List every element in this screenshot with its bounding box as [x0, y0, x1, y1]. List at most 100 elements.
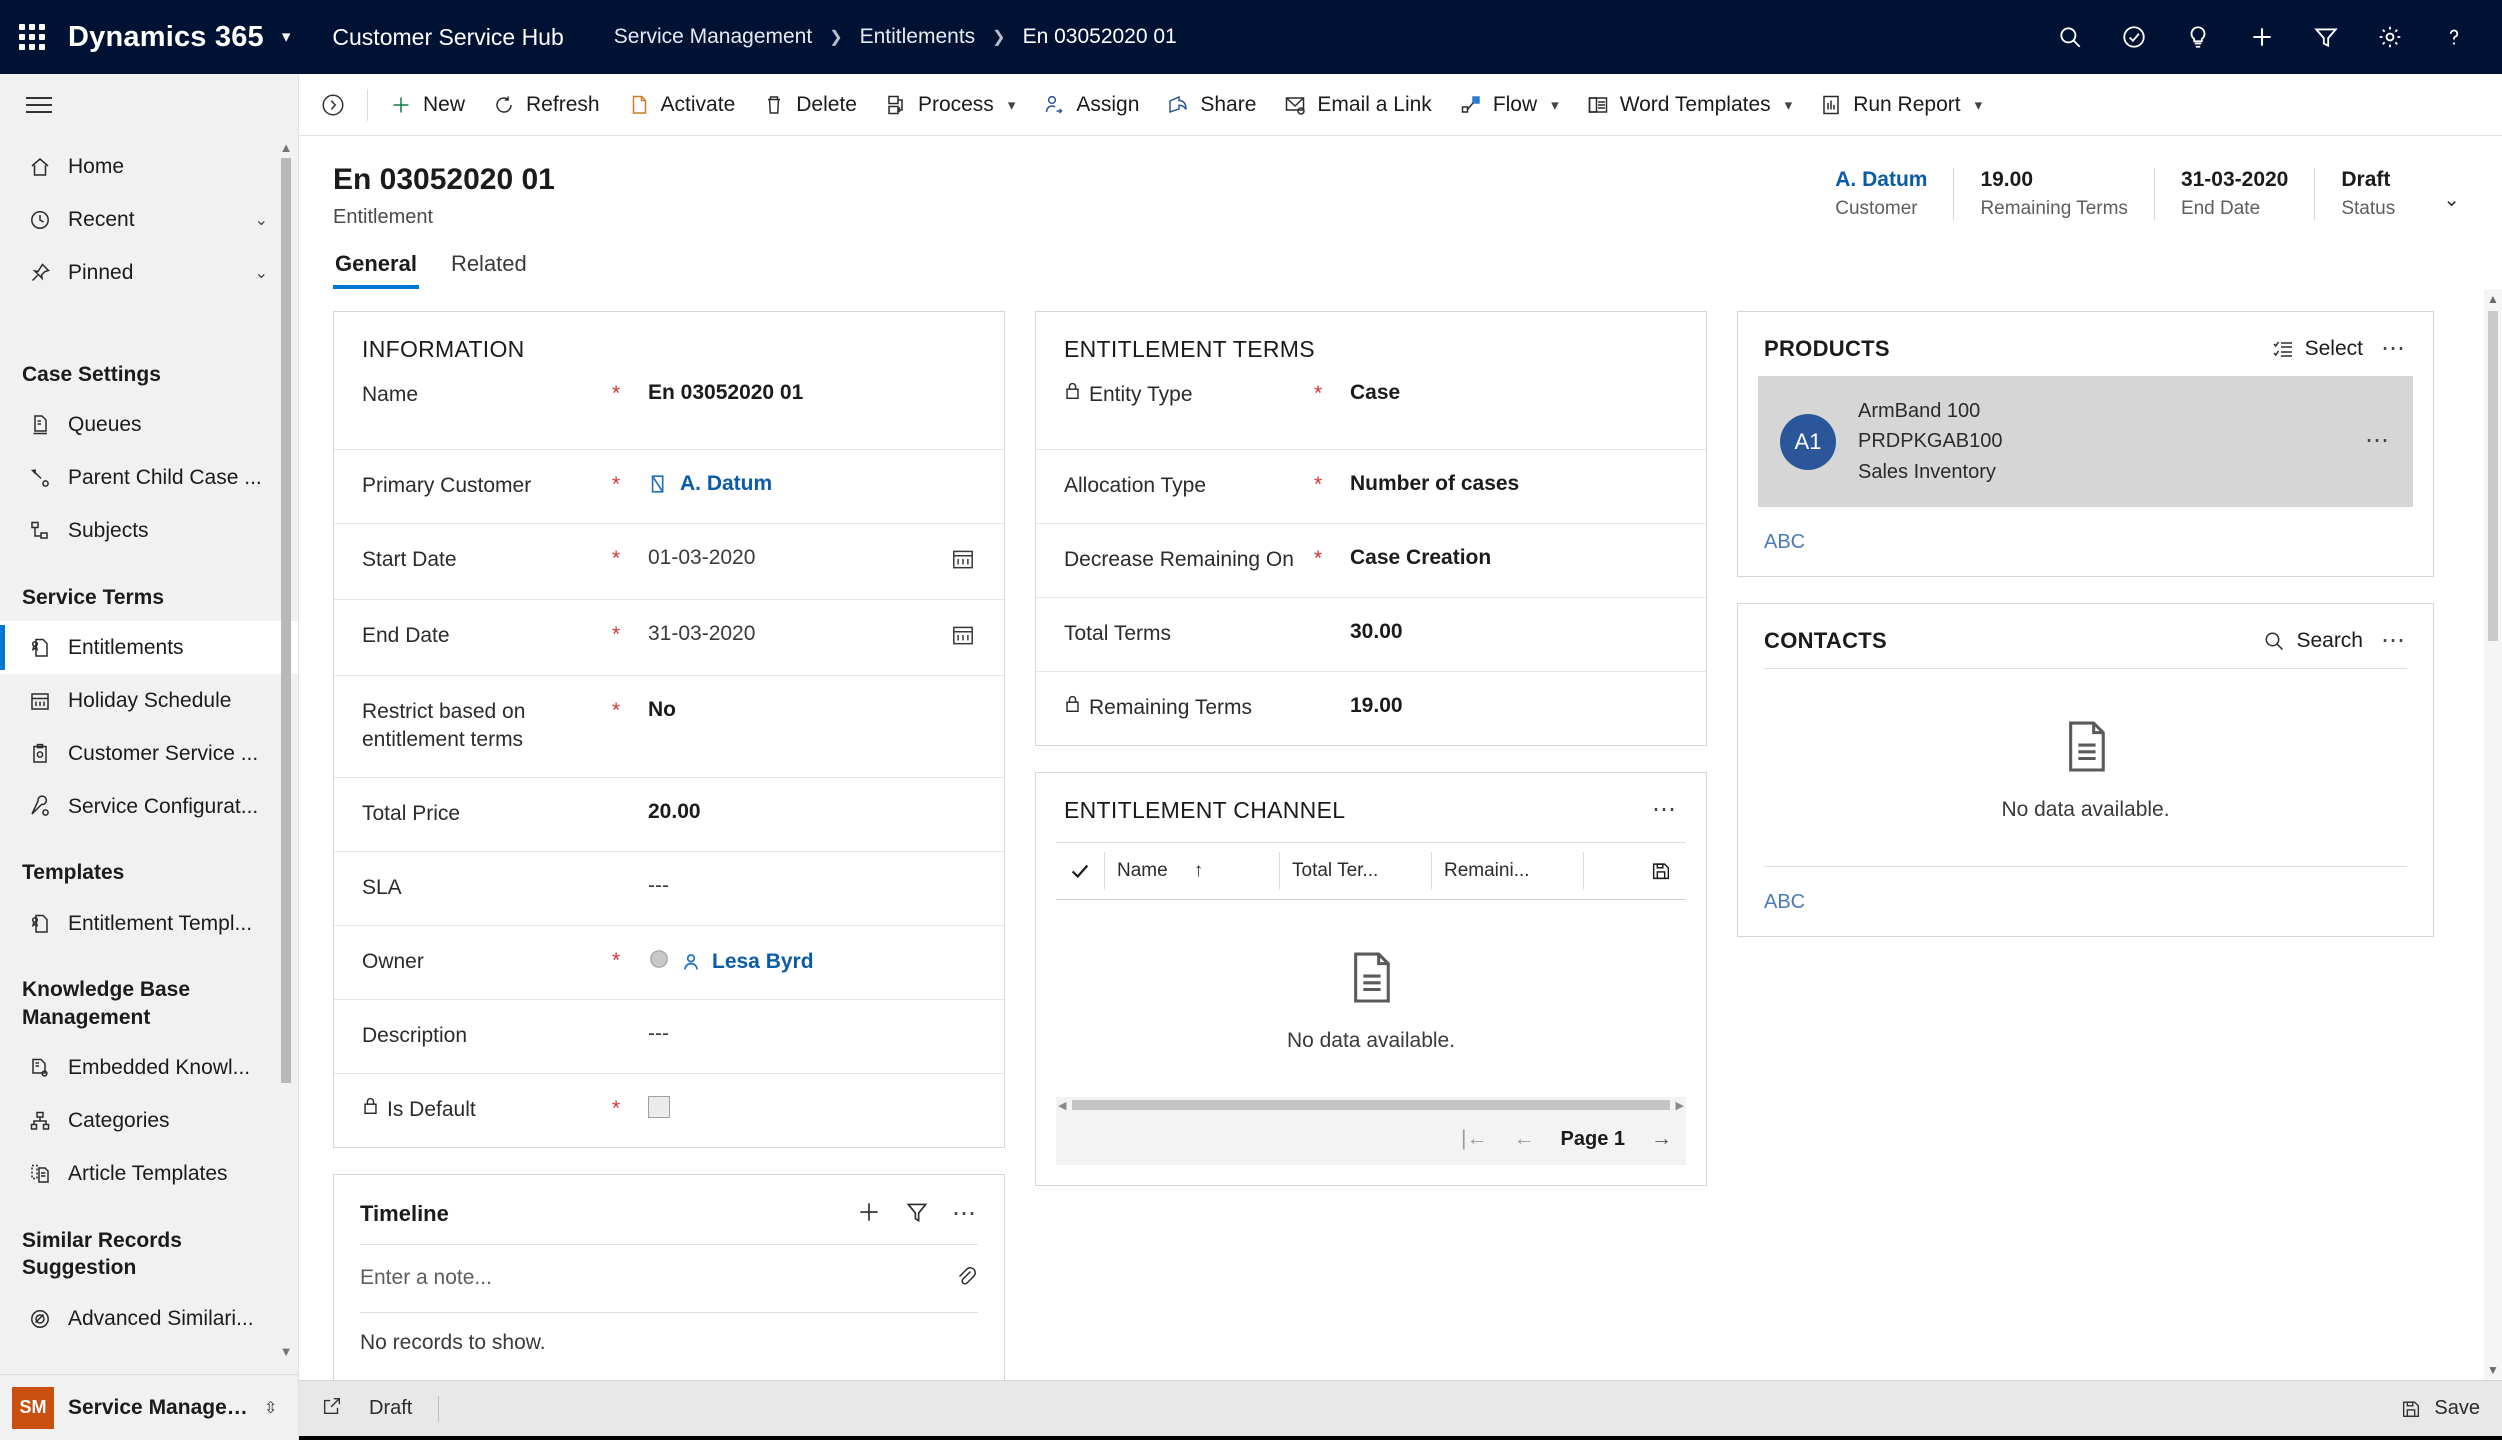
check-circle-icon[interactable] [2106, 9, 2162, 65]
sidebar-item-customer-service-schedule[interactable]: Customer Service ... [0, 727, 298, 780]
field-value-is-default[interactable] [648, 1095, 976, 1118]
contacts-footer-link[interactable]: ABC [1738, 867, 2433, 914]
app-launcher-icon[interactable] [0, 24, 64, 50]
field-value-allocation-type[interactable]: Number of cases [1350, 472, 1678, 496]
row-more-icon[interactable]: ⋯ [2365, 429, 2391, 454]
sidebar-item-parent-child-case[interactable]: Parent Child Case ... [0, 452, 298, 505]
flow-button[interactable]: Flow ▾ [1444, 80, 1571, 130]
gear-icon[interactable] [2362, 9, 2418, 65]
sidebar-item-article-templates[interactable]: Article Templates [0, 1148, 298, 1201]
breadcrumb-item-entity[interactable]: Entitlements [860, 25, 976, 49]
list-item[interactable]: A1 ArmBand 100 PRDPKGAB100 Sales Invento… [1758, 376, 2413, 508]
new-button[interactable]: New [374, 80, 477, 130]
save-grid-icon[interactable] [1650, 860, 1686, 882]
delete-button[interactable]: Delete [747, 80, 869, 130]
brand-chevron-down-icon[interactable]: ▾ [282, 27, 291, 47]
share-button[interactable]: Share [1151, 80, 1268, 130]
column-header-remaining-terms[interactable]: Remaini... [1431, 852, 1583, 890]
subgrid-horizontal-scrollbar[interactable]: ◀ ▶ [1056, 1097, 1686, 1113]
help-icon[interactable] [2426, 9, 2482, 65]
sidebar-item-embedded-knowledge[interactable]: Embedded Knowl... [0, 1042, 298, 1095]
app-name[interactable]: Customer Service Hub [332, 24, 563, 51]
assign-button[interactable]: Assign [1027, 80, 1151, 130]
scroll-down-arrow-icon[interactable]: ▼ [280, 1344, 293, 1362]
more-commands-icon[interactable]: ⋯ [952, 1201, 978, 1226]
calendar-icon[interactable] [950, 546, 976, 577]
products-footer-link[interactable]: ABC [1738, 507, 2433, 554]
scroll-left-arrow-icon[interactable]: ◀ [1056, 1099, 1068, 1112]
save-button[interactable]: Save [2400, 1397, 2480, 1420]
sidebar-item-recent[interactable]: Recent ⌄ [0, 193, 298, 246]
activate-button[interactable]: Activate [612, 80, 748, 130]
sitemap-hamburger-icon[interactable] [0, 74, 298, 136]
header-expand-chevron-icon[interactable]: ⌄ [2443, 177, 2460, 212]
chevron-down-icon[interactable]: ▾ [1975, 96, 1983, 114]
plus-icon[interactable] [2234, 9, 2290, 65]
column-header-name[interactable]: Name ↑ [1104, 852, 1279, 890]
tab-general[interactable]: General [333, 245, 419, 289]
sidebar-item-pinned[interactable]: Pinned ⌄ [0, 246, 298, 299]
stat-value[interactable]: A. Datum [1835, 168, 1927, 192]
plus-icon[interactable] [856, 1199, 882, 1230]
chevron-down-icon[interactable]: ▾ [1551, 96, 1559, 114]
field-value-owner[interactable]: Lesa Byrd [648, 948, 976, 976]
previous-page-icon[interactable]: ← [1514, 1127, 1535, 1151]
sidebar-item-entitlement-templates[interactable]: Entitlement Templ... [0, 897, 298, 950]
scrollbar-thumb[interactable] [281, 158, 291, 1084]
sidebar-item-subjects[interactable]: Subjects [0, 505, 298, 558]
sidebar-item-categories[interactable]: Categories [0, 1095, 298, 1148]
more-commands-icon[interactable]: ⋯ [2381, 628, 2407, 653]
email-a-link-button[interactable]: Email a Link [1268, 80, 1443, 130]
field-value-sla[interactable]: --- [648, 874, 976, 898]
field-value-decrease-remaining-on[interactable]: Case Creation [1350, 546, 1678, 570]
field-value-start-date[interactable]: 01-03-2020 [648, 546, 950, 570]
popout-icon[interactable] [321, 1395, 343, 1423]
sidebar-item-home[interactable]: Home [0, 140, 298, 193]
timeline-note-input[interactable]: Enter a note... [360, 1243, 978, 1313]
breadcrumb-item-area[interactable]: Service Management [614, 25, 812, 49]
sidebar-item-queues[interactable]: Queues [0, 399, 298, 452]
scroll-down-arrow-icon[interactable]: ▼ [2487, 1360, 2499, 1380]
process-button[interactable]: Process ▾ [869, 80, 1027, 130]
field-value-restrict[interactable]: No [648, 698, 976, 722]
sidebar-item-holiday-schedule[interactable]: Holiday Schedule [0, 674, 298, 727]
search-icon[interactable] [2042, 9, 2098, 65]
paperclip-icon[interactable] [954, 1263, 978, 1294]
more-commands-icon[interactable]: ⋯ [1652, 797, 1678, 822]
filter-icon[interactable] [2298, 9, 2354, 65]
scroll-up-arrow-icon[interactable]: ▲ [280, 140, 293, 158]
chevron-down-icon[interactable]: ⌄ [255, 210, 268, 230]
next-page-icon[interactable]: → [1651, 1127, 1672, 1151]
scrollbar-thumb[interactable] [1072, 1100, 1670, 1110]
command-bar-collapse-icon[interactable] [305, 92, 361, 118]
scrollbar-thumb[interactable] [2488, 311, 2498, 641]
select-all-checkmark-icon[interactable] [1056, 860, 1104, 882]
lightbulb-icon[interactable] [2170, 9, 2226, 65]
is-default-checkbox[interactable] [648, 1095, 670, 1118]
filter-icon[interactable] [904, 1199, 930, 1230]
select-products-button[interactable]: Select [2271, 337, 2363, 361]
form-scrollbar[interactable]: ▲ ▼ [2484, 289, 2502, 1380]
chevron-down-icon[interactable]: ▾ [1008, 96, 1016, 114]
field-value-description[interactable]: --- [648, 1022, 976, 1046]
more-commands-icon[interactable]: ⋯ [2381, 336, 2407, 361]
field-value-name[interactable]: En 03052020 01 [648, 381, 976, 405]
search-contacts-button[interactable]: Search [2262, 629, 2363, 653]
scroll-right-arrow-icon[interactable]: ▶ [1674, 1099, 1686, 1112]
app-area-switcher[interactable]: SM Service Managem... ⇳ [0, 1374, 298, 1440]
sidebar-item-advanced-similarity[interactable]: Advanced Similari... [0, 1292, 298, 1345]
scroll-up-arrow-icon[interactable]: ▲ [2487, 289, 2499, 309]
calendar-icon[interactable] [950, 622, 976, 653]
field-value-end-date[interactable]: 31-03-2020 [648, 622, 950, 646]
chevron-down-icon[interactable]: ⌄ [255, 263, 268, 283]
sidebar-scrollbar[interactable]: ▲ ▼ [278, 140, 294, 1362]
first-page-icon[interactable]: |← [1461, 1127, 1487, 1151]
word-templates-button[interactable]: Word Templates ▾ [1571, 80, 1805, 130]
field-value-primary-customer[interactable]: A. Datum [648, 472, 976, 496]
field-value-total-price[interactable]: 20.00 [648, 800, 976, 824]
refresh-button[interactable]: Refresh [477, 80, 612, 130]
tab-related[interactable]: Related [449, 245, 529, 289]
area-switcher-chevron-icon[interactable]: ⇳ [264, 1398, 277, 1418]
scrollbar-track[interactable] [281, 158, 291, 1344]
chevron-down-icon[interactable]: ▾ [1785, 96, 1793, 114]
